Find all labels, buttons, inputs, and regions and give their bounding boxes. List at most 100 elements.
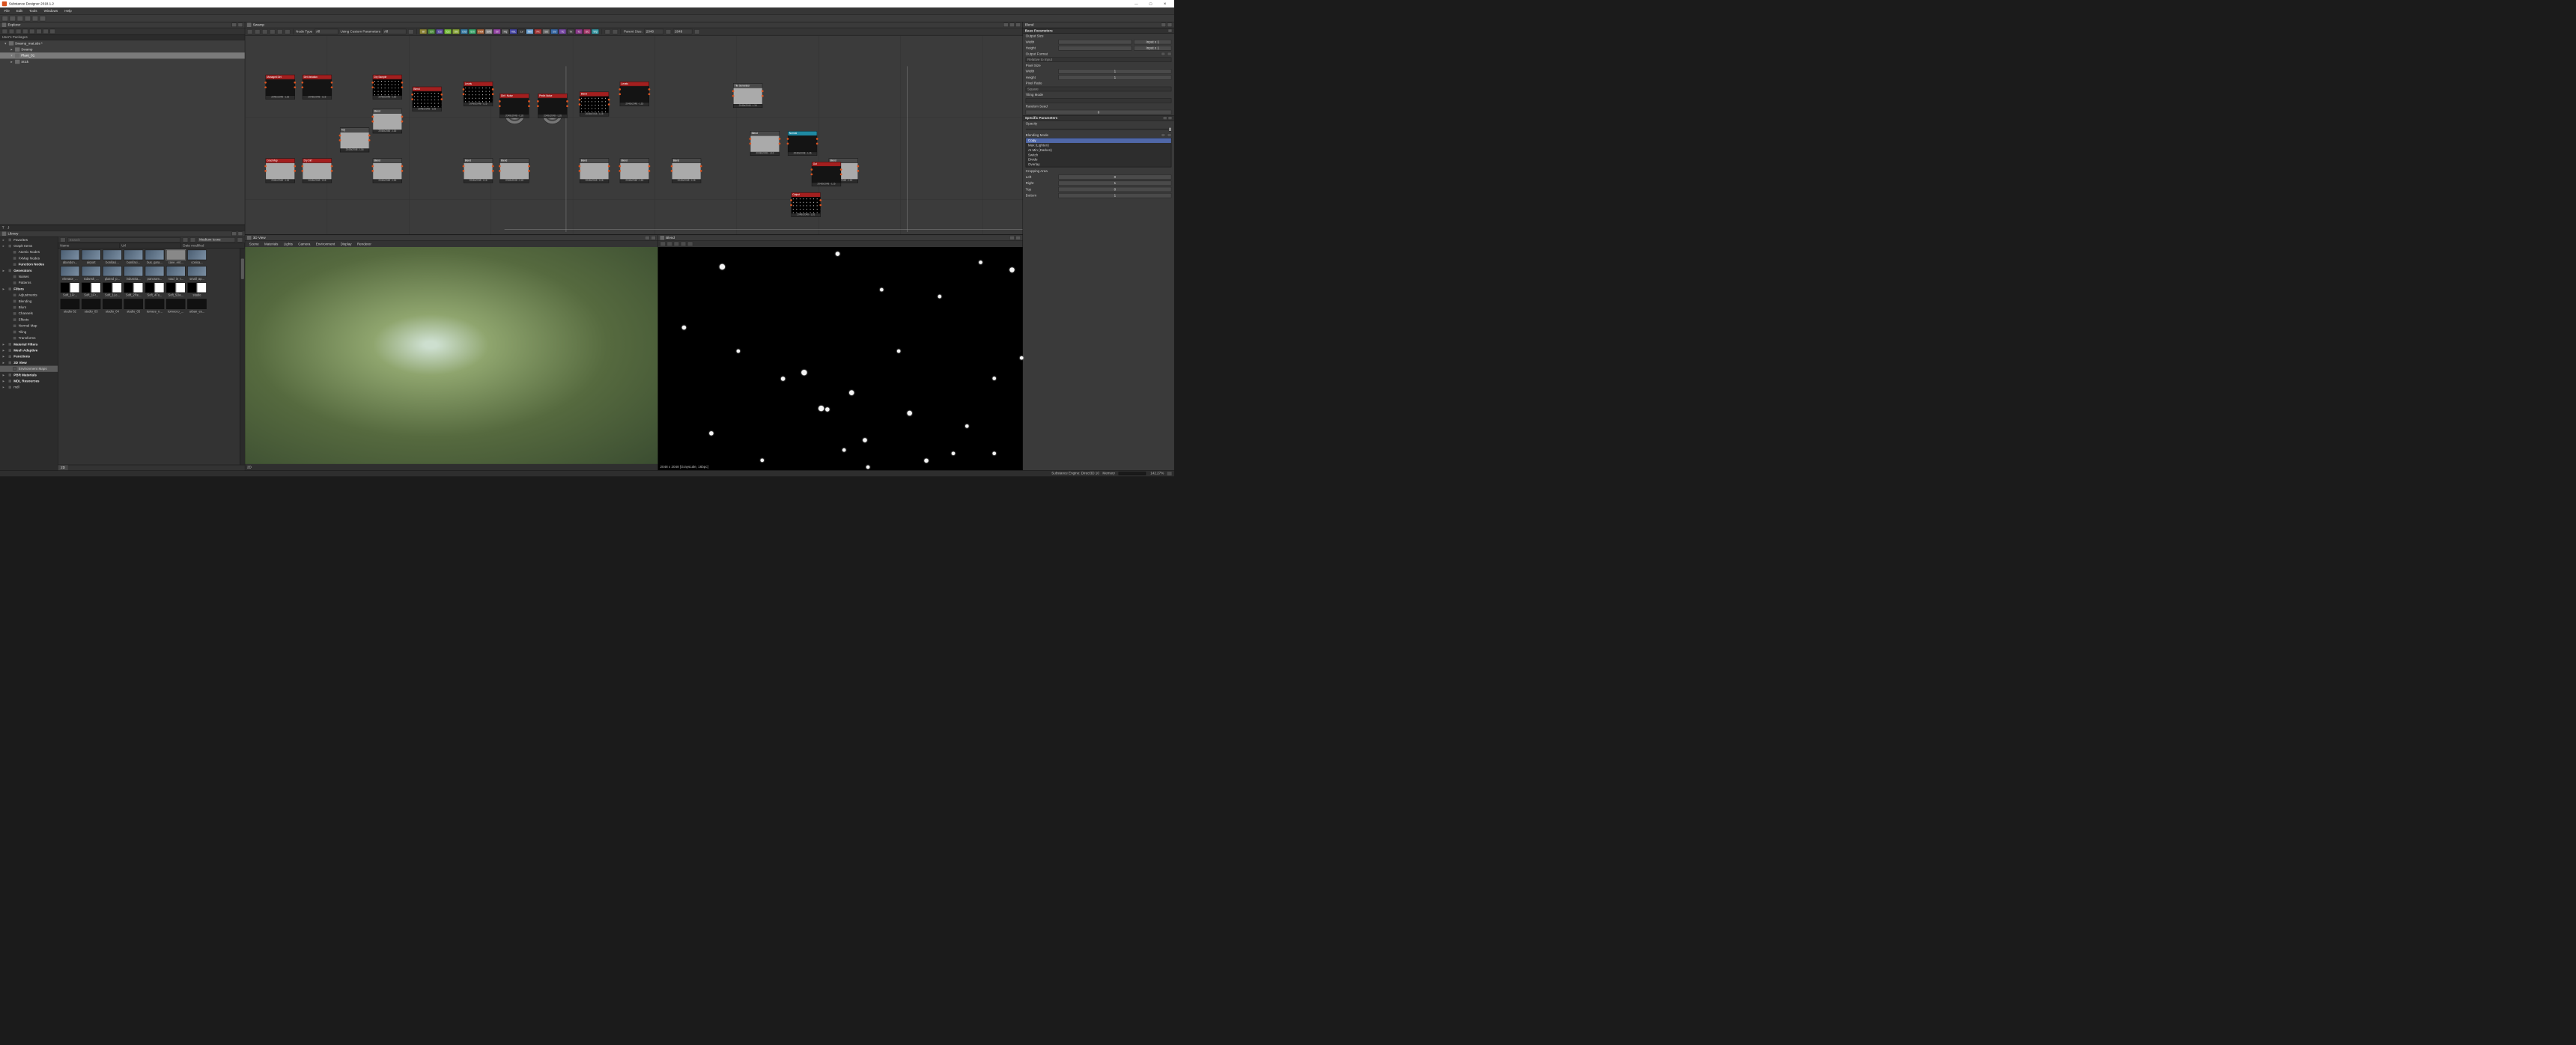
library-header-name[interactable]: Name [58, 243, 119, 248]
library-category-item[interactable]: Atomic Nodes [0, 249, 58, 255]
library-next-button[interactable] [190, 237, 195, 242]
library-category-item[interactable]: Environment Maps [0, 366, 58, 372]
library-category-item[interactable]: ▸PBR Materials [0, 372, 58, 378]
library-thumbnail[interactable]: Gdansk_... [81, 266, 100, 281]
graph-node-chip[interactable]: CS [436, 29, 443, 34]
param-icon[interactable] [1167, 133, 1171, 137]
explorer-tool-button-2[interactable] [16, 29, 21, 34]
library-thumbnail[interactable]: glazed_p... [103, 266, 122, 281]
graph-node-chip[interactable]: Gr [493, 29, 501, 34]
graph-node[interactable]: Perlin Noise2048x2048 - L16 [538, 94, 567, 118]
library-thumbnail[interactable]: panoram... [145, 266, 164, 281]
library-view-button[interactable] [237, 237, 243, 242]
library-thumbnail[interactable]: bus_gara... [145, 250, 164, 264]
library-thumbnail[interactable]: terrace_n... [145, 299, 164, 313]
graph-node-chip[interactable]: Px [535, 29, 542, 34]
library-thumbnail[interactable]: tomocco_... [166, 299, 186, 313]
graph-node[interactable]: Dry Dirt2048x2048 - L16 [303, 158, 332, 183]
library-category-item[interactable]: Noises [0, 274, 58, 280]
explorer-tool-button[interactable] [9, 29, 14, 34]
graph-node-chip[interactable]: DId [461, 29, 468, 34]
library-category-item[interactable]: Channels [0, 311, 58, 317]
view2d-tool-button[interactable] [660, 242, 666, 246]
graph-link-size-button[interactable] [666, 29, 671, 34]
explorer-tree[interactable]: ▾Swamp_mat.sbs *▸Swamp▾Plant_01▸Stick [0, 40, 245, 225]
graph-parent-height-select[interactable]: 2048 [673, 29, 693, 34]
blend-mode-option[interactable]: Overlay [1026, 162, 1171, 167]
graph-parent-width-select[interactable]: 2048 [645, 29, 664, 34]
view3d-menu-scene[interactable]: Scene [247, 242, 261, 246]
toolbar-saveall-button[interactable] [25, 16, 31, 21]
graph-node[interactable]: Output2048x2048 - L16 [792, 192, 821, 217]
panel-undock-button[interactable] [1161, 23, 1166, 27]
section-icon[interactable] [1168, 29, 1172, 33]
param-icon[interactable] [1167, 52, 1171, 56]
param-width-mode[interactable]: Input x 1 [1134, 40, 1171, 44]
graph-node-chip[interactable]: FxM [477, 29, 484, 34]
graph-node[interactable]: Blend2048x2048 - L16 [499, 158, 529, 183]
library-thumbnail[interactable]: industria... [124, 266, 143, 281]
library-header-url[interactable]: Url [120, 243, 181, 248]
graph-node-chip[interactable]: G/O [485, 29, 493, 34]
param-icon[interactable] [1161, 52, 1165, 56]
library-thumbnail[interactable]: studio 02 [60, 299, 79, 313]
graph-link-button[interactable] [247, 29, 252, 34]
graph-param-mode-select[interactable]: All [383, 29, 407, 34]
panel-close-button[interactable] [651, 236, 655, 240]
window-minimize-button[interactable]: — [1129, 0, 1143, 7]
view3d-menu-materials[interactable]: Materials [262, 242, 280, 246]
graph-node-chip[interactable]: Ch [428, 29, 435, 34]
library-thumbnail[interactable]: abandon... [60, 250, 79, 264]
view3d-menu-lights[interactable]: Lights [282, 242, 295, 246]
toolbar-undo-button[interactable] [32, 16, 38, 21]
param-icon[interactable] [1161, 133, 1165, 137]
graph-node[interactable]: Out2048x2048 - L16 [812, 162, 841, 186]
explorer-tool-button-4[interactable] [29, 29, 34, 34]
library-thumbnail[interactable]: Soft_4Tu... [145, 282, 164, 296]
panel-close-button[interactable] [1015, 23, 1020, 27]
graph-node-chip[interactable]: Bl [419, 29, 427, 34]
library-thumbnail[interactable]: urban_es... [187, 299, 207, 313]
graph-node[interactable]: Managed Dirt2048x2048 - L16 [266, 75, 295, 100]
param-height-field[interactable] [1058, 46, 1131, 50]
graph-node-chip[interactable]: UC [583, 29, 591, 34]
library-thumbnail-grid[interactable]: abandon...airportbonifaci...bonifaci...b… [58, 249, 240, 465]
library-thumbnail[interactable]: studio_03 [81, 299, 100, 313]
library-category-item[interactable]: FxMap Nodes [0, 255, 58, 261]
view3d-viewport[interactable] [245, 247, 657, 464]
graph-button[interactable] [262, 29, 267, 34]
library-prev-button[interactable] [183, 237, 188, 242]
library-category-list[interactable]: ▸Favorites▸Graph ItemsAtomic NodesFxMap … [0, 237, 58, 470]
library-thumbnail[interactable]: road_in_t... [166, 266, 186, 281]
view3d-tab[interactable]: 2D [247, 465, 252, 469]
library-thumbnail[interactable]: airport [81, 250, 100, 264]
section-specific-parameters[interactable]: Specific Parameters [1023, 115, 1174, 121]
library-thumbnail[interactable]: cave_ent... [166, 250, 186, 264]
panel-close-button[interactable] [238, 231, 243, 235]
param-opacity-slider[interactable] [1023, 127, 1174, 132]
library-header-date[interactable]: Date modified [181, 243, 245, 248]
window-maximize-button[interactable]: ▢ [1143, 0, 1158, 7]
graph-node-chip[interactable]: Em [469, 29, 476, 34]
param-top-field[interactable]: 0 [1058, 187, 1171, 192]
view2d-tool-button[interactable] [667, 242, 672, 246]
library-category-item[interactable]: Patterns [0, 280, 58, 286]
param-width-field[interactable] [1058, 40, 1131, 44]
library-category-item[interactable]: ▸Filters [0, 286, 58, 292]
parameters-scroll[interactable]: Base Parameters Output Size Width Input … [1023, 28, 1174, 470]
graph-canvas[interactable]: Managed Dirt2048x2048 - L16Dirt Variatio… [245, 35, 1022, 234]
panel-close-button[interactable] [1015, 236, 1020, 240]
section-icon[interactable] [1168, 116, 1172, 120]
graph-button[interactable] [255, 29, 260, 34]
library-category-item[interactable]: Transforms [0, 335, 58, 341]
graph-node-chip[interactable]: DB [452, 29, 460, 34]
graph-node[interactable]: Blend2048x2048 - L16 [750, 131, 780, 156]
library-thumbnail[interactable]: studio_04 [103, 299, 122, 313]
library-category-item[interactable]: ▸mdl [0, 384, 58, 390]
explorer-tool-button-5[interactable] [36, 29, 41, 34]
menu-help[interactable]: Help [62, 8, 75, 13]
view2d-viewport[interactable]: 2048 x 2048 [Grayscale, 16bpc] [658, 247, 1023, 470]
explorer-play-button[interactable] [2, 29, 7, 34]
graph-node-chip[interactable]: Nm [526, 29, 534, 34]
toolbar-redo-button[interactable] [40, 16, 46, 21]
